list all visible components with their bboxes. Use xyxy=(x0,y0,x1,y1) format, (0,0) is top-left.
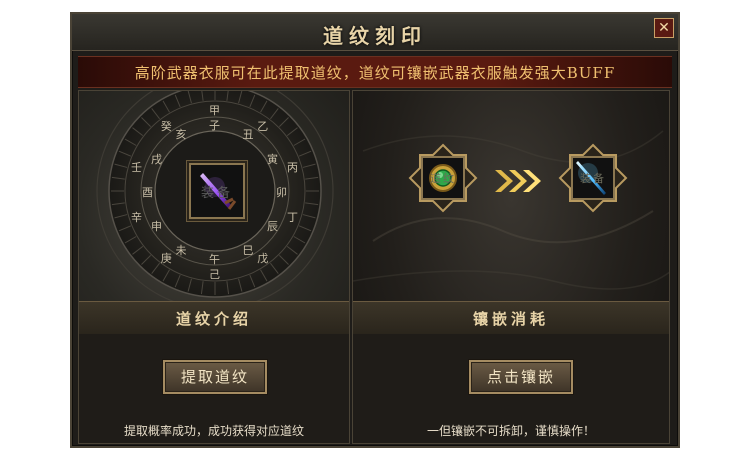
inlay-warning: 一但镶嵌不可拆卸，谨慎操作！ xyxy=(426,424,595,438)
equipment-slot[interactable]: 装备 xyxy=(189,163,245,219)
ring-character: 亥 xyxy=(175,127,187,141)
ring-character: 癸 xyxy=(160,119,172,133)
dao-pattern-engraving-window: 道纹刻印 ✕ 高阶武器衣服可在此提取道纹，道纹可镶嵌武器衣服触发强大BUFF 子… xyxy=(70,12,680,448)
section-title: 道纹介绍 xyxy=(175,310,252,328)
extract-button[interactable]: 提取道纹 xyxy=(163,360,267,394)
info-banner: 高阶武器衣服可在此提取道纹，道纹可镶嵌武器衣服触发强大BUFF xyxy=(78,56,672,88)
ring-character: 庚 xyxy=(160,252,172,266)
slot-placeholder: 道纹 xyxy=(430,172,456,185)
extract-action-area: 提取道纹 提取概率成功，成功获得对应道纹 xyxy=(79,334,349,443)
ring-character: 己 xyxy=(209,268,220,281)
ring-character: 壬 xyxy=(131,160,142,174)
ring-character: 辛 xyxy=(131,211,142,225)
section-title: 镶嵌消耗 xyxy=(472,310,549,328)
ring-character: 酉 xyxy=(142,186,153,199)
ring-character: 甲 xyxy=(209,104,220,117)
close-button[interactable]: ✕ xyxy=(654,18,674,38)
inlay-panel: 道纹 装备 镶嵌消耗 点击镶嵌 一但镶嵌不可拆卸，谨慎操作！ xyxy=(352,90,670,444)
extract-panel: 子丑寅卯辰巳午未申酉戌亥甲乙丙丁戊己庚辛壬癸 装备 道纹介绍 提取道纹 提取概率… xyxy=(78,90,350,444)
arrow-right-icon xyxy=(495,170,541,192)
banner-text: 高阶武器衣服可在此提取道纹，道纹可镶嵌武器衣服触发强大BUFF xyxy=(134,64,616,82)
section-header-cost: 镶嵌消耗 xyxy=(353,301,669,335)
ring-character: 子 xyxy=(209,119,220,132)
dao-pattern-slot[interactable]: 道纹 xyxy=(408,143,478,213)
title-bar: 道纹刻印 ✕ xyxy=(72,14,678,51)
ring-character: 乙 xyxy=(257,119,269,133)
ring-character: 卯 xyxy=(276,186,287,199)
ring-character: 寅 xyxy=(267,152,279,166)
ring-character: 丙 xyxy=(286,160,298,174)
window-title: 道纹刻印 xyxy=(323,24,427,48)
ring-character: 丑 xyxy=(242,127,254,141)
slot-placeholder: 装备 xyxy=(580,172,606,185)
slot-placeholder: 装备 xyxy=(200,186,233,201)
ring-character: 未 xyxy=(175,244,187,258)
section-header-intro: 道纹介绍 xyxy=(79,301,349,335)
ring-character: 巳 xyxy=(242,244,254,258)
ring-character: 戊 xyxy=(257,252,269,266)
ring-character: 丁 xyxy=(286,211,298,225)
ring-character: 申 xyxy=(150,219,162,233)
result-equipment-slot[interactable]: 装备 xyxy=(558,143,628,213)
inlay-action-area: 点击镶嵌 一但镶嵌不可拆卸，谨慎操作！ xyxy=(353,334,669,443)
ring-character: 戌 xyxy=(150,152,162,166)
extract-note: 提取概率成功，成功获得对应道纹 xyxy=(123,424,304,438)
ring-character: 辰 xyxy=(267,219,279,233)
inlay-button[interactable]: 点击镶嵌 xyxy=(469,360,573,394)
ring-character: 午 xyxy=(209,253,220,266)
